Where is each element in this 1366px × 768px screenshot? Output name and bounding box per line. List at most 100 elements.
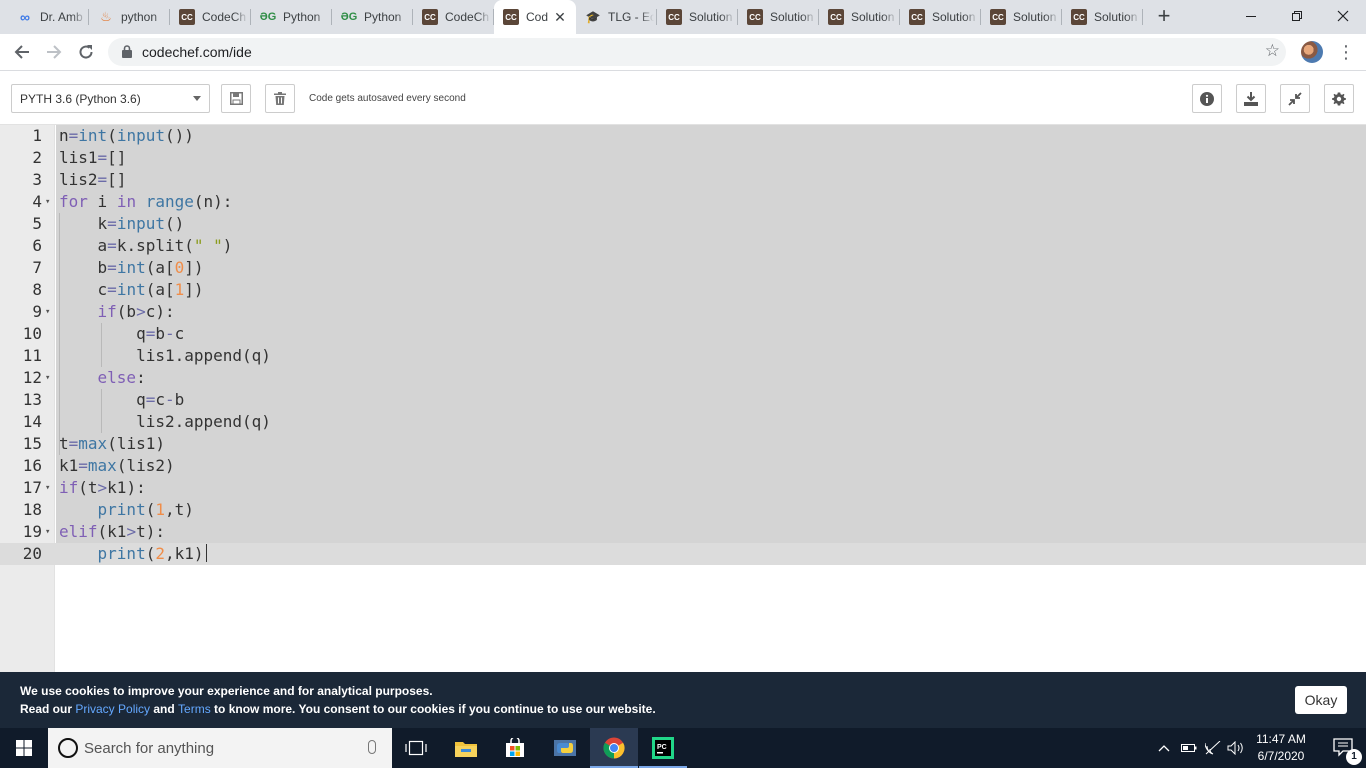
browser-tab[interactable]: ƏG Python <box>332 0 413 34</box>
battery-icon[interactable] <box>1180 728 1198 768</box>
close-icon <box>1337 10 1349 22</box>
start-button[interactable] <box>0 728 48 768</box>
back-button[interactable] <box>8 38 36 66</box>
browser-tab[interactable]: CC Solution <box>981 0 1062 34</box>
collapse-editor-button[interactable] <box>1280 84 1310 113</box>
browser-tab-favicon: CC <box>179 9 195 25</box>
system-clock[interactable]: 11:47 AM 6/7/2020 <box>1244 731 1318 765</box>
code-text: else: <box>97 368 146 387</box>
forward-button[interactable] <box>40 38 68 66</box>
code-line[interactable]: 3 lis2=[] <box>0 169 1366 191</box>
code-text: k=input() <box>59 214 185 233</box>
browser-tab-favicon: ∞ <box>20 9 30 25</box>
show-hidden-icons-button[interactable] <box>1156 728 1172 768</box>
code-line[interactable]: 7 b=int(a[0]) <box>0 257 1366 279</box>
microphone-icon[interactable] <box>368 740 376 754</box>
new-tab-button[interactable]: + <box>1152 5 1176 29</box>
python-idle-button[interactable] <box>541 728 589 768</box>
browser-tab[interactable]: CC Cod ✕ <box>494 0 576 34</box>
okay-button[interactable]: Okay <box>1295 686 1347 714</box>
fold-toggle-icon[interactable]: ▾ <box>45 367 53 389</box>
close-window-button[interactable] <box>1320 0 1366 32</box>
code-line[interactable]: 4 ▾ for i in range(n): <box>0 191 1366 213</box>
code-line[interactable]: 5 k=input() <box>0 213 1366 235</box>
fold-toggle-icon[interactable]: ▾ <box>45 191 53 213</box>
browser-tab[interactable]: ∞ Dr. Amb <box>8 0 89 34</box>
code-line[interactable]: 8 c=int(a[1]) <box>0 279 1366 301</box>
browser-tab-title: Solution <box>1013 10 1057 24</box>
close-tab-icon[interactable]: ✕ <box>552 9 568 25</box>
browser-toolbar: codechef.com/ide ☆ <box>0 34 1366 71</box>
fold-toggle-icon[interactable]: ▾ <box>45 477 53 499</box>
code-line[interactable]: 16 k1=max(lis2) <box>0 455 1366 477</box>
cookie-text-part: to know more. You consent to our cookies… <box>210 702 656 716</box>
terms-link[interactable]: Terms <box>178 702 211 716</box>
browser-tab[interactable]: CC Solution <box>657 0 738 34</box>
browser-tab[interactable]: CC CodeCh <box>413 0 494 34</box>
browser-tab[interactable]: CC CodeCh <box>170 0 251 34</box>
task-view-button[interactable] <box>392 728 440 768</box>
browser-tab-title: Solution <box>932 10 976 24</box>
browser-tab-title: Python <box>364 10 402 24</box>
code-line[interactable]: 14 lis2.append(q) <box>0 411 1366 433</box>
code-text: lis1.append(q) <box>59 346 271 365</box>
delete-button[interactable] <box>265 84 295 113</box>
action-center-button[interactable]: 1 <box>1322 728 1366 768</box>
minimize-window-button[interactable] <box>1228 0 1274 32</box>
fold-toggle-icon[interactable]: ▾ <box>45 521 53 543</box>
clock-date: 6/7/2020 <box>1257 749 1305 763</box>
browser-tab[interactable]: CC Solution <box>738 0 819 34</box>
volume-icon[interactable] <box>1226 728 1246 768</box>
line-number: 18 <box>22 500 42 519</box>
store-button[interactable] <box>491 728 539 768</box>
folder-icon <box>455 742 477 757</box>
code-line[interactable]: 19 ▾ elif(k1>t): <box>0 521 1366 543</box>
wifi-icon[interactable] <box>1204 728 1222 768</box>
line-number: 13 <box>22 390 42 409</box>
taskbar-search-box[interactable]: Search for anything <box>48 728 392 768</box>
pycharm-taskbar-button[interactable]: PC <box>639 728 687 768</box>
browser-tab[interactable]: CC Solution <box>1062 0 1143 34</box>
browser-tab[interactable]: ƏG Python <box>251 0 332 34</box>
chrome-taskbar-button[interactable] <box>590 728 638 768</box>
code-line[interactable]: 6 a=k.split(" ") <box>0 235 1366 257</box>
ide-toolbar: PYTH 3.6 (Python 3.6) Code gets autosave… <box>0 72 1366 125</box>
browser-tab-favicon: 🎓 <box>585 10 601 24</box>
browser-tab[interactable]: ♨ python <box>89 0 170 34</box>
code-line[interactable]: 13 q=c-b <box>0 389 1366 411</box>
code-line[interactable]: 17 ▾ if(t>k1): <box>0 477 1366 499</box>
address-bar[interactable]: codechef.com/ide ☆ <box>108 38 1286 66</box>
code-line[interactable]: 12 ▾ else: <box>0 367 1366 389</box>
browser-tab[interactable]: CC Solution <box>819 0 900 34</box>
code-line[interactable]: 11 lis1.append(q) <box>0 345 1366 367</box>
bookmark-star-icon[interactable]: ☆ <box>1265 41 1280 61</box>
profile-avatar[interactable] <box>1301 41 1323 63</box>
download-button[interactable] <box>1236 84 1266 113</box>
browser-menu-icon[interactable]: ⋮ <box>1337 40 1355 64</box>
settings-button[interactable] <box>1324 84 1354 113</box>
browser-tab[interactable]: 🎓 TLG - Ec <box>576 0 657 34</box>
restore-window-button[interactable] <box>1274 0 1320 32</box>
python-app-icon <box>554 740 576 756</box>
browser-tab[interactable]: CC Solution <box>900 0 981 34</box>
language-select[interactable]: PYTH 3.6 (Python 3.6) <box>11 84 210 113</box>
browser-tab-favicon: CC <box>1071 9 1087 25</box>
code-line[interactable]: 1 n=int(input()) <box>0 125 1366 147</box>
code-line[interactable]: 18 print(1,t) <box>0 499 1366 521</box>
code-line[interactable]: 9 ▾ if(b>c): <box>0 301 1366 323</box>
code-line[interactable]: 2 lis1=[] <box>0 147 1366 169</box>
code-editor[interactable]: 1 n=int(input()) 2 lis1=[] 3 lis2=[] 4 ▾ for i i… <box>0 125 1366 672</box>
browser-tab-title: Solution <box>851 10 895 24</box>
code-line[interactable]: 10 q=b-c <box>0 323 1366 345</box>
info-button[interactable] <box>1192 84 1222 113</box>
cookie-text-part: Read our <box>20 702 76 716</box>
file-explorer-button[interactable] <box>442 728 490 768</box>
code-line[interactable]: 15 t=max(lis1) <box>0 433 1366 455</box>
trash-icon <box>274 92 286 105</box>
privacy-policy-link[interactable]: Privacy Policy <box>75 702 150 716</box>
reload-button[interactable] <box>72 38 100 66</box>
save-button[interactable] <box>221 84 251 113</box>
fold-toggle-icon[interactable]: ▾ <box>45 301 53 323</box>
browser-tab-favicon: ♨ <box>100 9 112 24</box>
code-line[interactable]: 20 print(2,k1) <box>0 543 1366 565</box>
